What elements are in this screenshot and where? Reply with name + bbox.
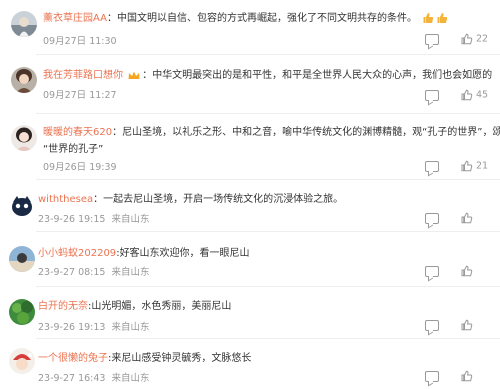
comment-text-line: 一个很懒的兔子:来尼山感受钟灵毓秀，文脉悠长 bbox=[38, 353, 252, 364]
comment-text-line: 我在芳菲路口想你 ：中华文明最突出的是和平性，和平是全世界人民大众的心声，我们也… bbox=[43, 70, 493, 81]
username-link[interactable]: 白开的无奈 bbox=[38, 301, 88, 312]
reply-icon[interactable] bbox=[425, 160, 439, 172]
comment-time: 23-9-26 19:15 bbox=[38, 214, 106, 225]
comment-item: withthesea：一起去尼山圣境，开启一场传统文化的沉浸体验之旅。 23-9… bbox=[0, 180, 500, 230]
avatar[interactable] bbox=[9, 348, 35, 374]
reply-icon[interactable] bbox=[425, 319, 439, 331]
comment-text-line: 暖暖的春天620：尼山圣境，以礼乐之形、中和之音，喻中华传统文化的渊博精髓，观“… bbox=[43, 126, 500, 140]
reply-icon[interactable] bbox=[425, 265, 439, 277]
like-count: 22 bbox=[476, 33, 489, 45]
comment-text-line: 小小蚂蚁202209:好客山东欢迎你，看一眼尼山 bbox=[38, 248, 250, 259]
divider bbox=[36, 54, 500, 55]
like-count: 45 bbox=[476, 89, 489, 101]
comment-time: 09月27日 11:27 bbox=[43, 90, 117, 101]
comment-item: 我在芳菲路口想你 ：中华文明最突出的是和平性，和平是全世界人民大众的心声，我们也… bbox=[0, 56, 500, 114]
vip-crown-icon bbox=[128, 71, 140, 79]
comment-text-continued: “世界的孔子” bbox=[43, 144, 104, 155]
avatar[interactable] bbox=[9, 299, 35, 325]
comment-location: 来自山东 bbox=[111, 373, 150, 384]
avatar[interactable] bbox=[11, 125, 37, 151]
comment-item: 小小蚂蚁202209:好客山东欢迎你，看一眼尼山 23-9-27 08:15 来自… bbox=[0, 232, 500, 284]
comment-text: 来尼山感受钟灵毓秀，文脉悠长 bbox=[111, 353, 252, 364]
avatar[interactable] bbox=[9, 192, 35, 218]
comment-time: 23-9-27 08:15 bbox=[38, 267, 106, 278]
username-link[interactable]: 薰衣草庄园AA bbox=[43, 13, 107, 24]
reply-icon[interactable] bbox=[425, 370, 439, 382]
comment-text-line: 白开的无奈:山光明媚，水色秀丽，美丽尼山 bbox=[38, 301, 232, 312]
comment-item: 白开的无奈:山光明媚，水色秀丽，美丽尼山 23-9-26 19:13 来自山东 bbox=[0, 287, 500, 337]
divider bbox=[36, 113, 500, 114]
avatar[interactable] bbox=[11, 11, 37, 37]
comment-time: 23-9-27 16:43 bbox=[38, 373, 106, 384]
username-link[interactable]: 一个很懒的兔子 bbox=[38, 353, 108, 364]
comment-text-line: 薰衣草庄园AA：中国文明以自信、包容的方式再崛起，强化了不同文明共存的条件。 bbox=[43, 12, 448, 26]
comment-item: 薰衣草庄园AA：中国文明以自信、包容的方式再崛起，强化了不同文明共存的条件。 0… bbox=[0, 0, 500, 52]
comment-item: 一个很懒的兔子:来尼山感受钟灵毓秀，文脉悠长 23-9-27 16:43 来自山东 bbox=[0, 339, 500, 389]
comment-text: 山光明媚，水色秀丽，美丽尼山 bbox=[91, 301, 232, 312]
comment-location: 来自山东 bbox=[111, 267, 150, 278]
thumbs-up-icon bbox=[423, 12, 434, 24]
comment-location: 来自山东 bbox=[111, 214, 150, 225]
reply-icon[interactable] bbox=[425, 33, 439, 45]
avatar[interactable] bbox=[11, 67, 37, 93]
comment-text: 一起去尼山圣境，开启一场传统文化的沉浸体验之旅。 bbox=[103, 194, 344, 205]
comment-text: 尼山圣境，以礼乐之形、中和之音，喻中华传统文化的渊博精髓，观“孔子的世界”，颂 bbox=[122, 127, 500, 138]
comment-location: 来自山东 bbox=[111, 322, 150, 333]
comment-time: 23-9-26 19:13 bbox=[38, 322, 106, 333]
comment-text: 中华文明最突出的是和平性，和平是全世界人民大众的心声，我们也会如愿的 bbox=[152, 70, 493, 81]
avatar[interactable] bbox=[9, 246, 35, 272]
reply-icon[interactable] bbox=[425, 89, 439, 101]
username-link[interactable]: 小小蚂蚁202209 bbox=[38, 248, 116, 259]
like-count: 21 bbox=[476, 160, 489, 172]
username-link[interactable]: 暖暖的春天620 bbox=[43, 127, 112, 138]
thumbs-up-icon bbox=[437, 12, 448, 24]
username-link[interactable]: withthesea bbox=[38, 194, 93, 205]
comment-time: 09月27日 11:30 bbox=[43, 36, 117, 47]
like-icon[interactable] bbox=[461, 33, 473, 45]
comment-text: 好客山东欢迎你，看一眼尼山 bbox=[119, 248, 250, 259]
like-icon[interactable] bbox=[461, 319, 473, 331]
comment-item: 暖暖的春天620：尼山圣境，以礼乐之形、中和之音，喻中华传统文化的渊博精髓，观“… bbox=[0, 115, 500, 179]
comment-time: 09月26日 19:39 bbox=[43, 162, 117, 173]
comment-text-line: withthesea：一起去尼山圣境，开启一场传统文化的沉浸体验之旅。 bbox=[38, 194, 344, 205]
like-icon[interactable] bbox=[461, 212, 473, 224]
like-icon[interactable] bbox=[461, 89, 473, 101]
like-icon[interactable] bbox=[461, 370, 473, 382]
like-icon[interactable] bbox=[461, 160, 473, 172]
username-link[interactable]: 我在芳菲路口想你 bbox=[43, 70, 123, 81]
reply-icon[interactable] bbox=[425, 212, 439, 224]
like-icon[interactable] bbox=[461, 265, 473, 277]
comment-text: 中国文明以自信、包容的方式再崛起，强化了不同文明共存的条件。 bbox=[116, 13, 417, 24]
